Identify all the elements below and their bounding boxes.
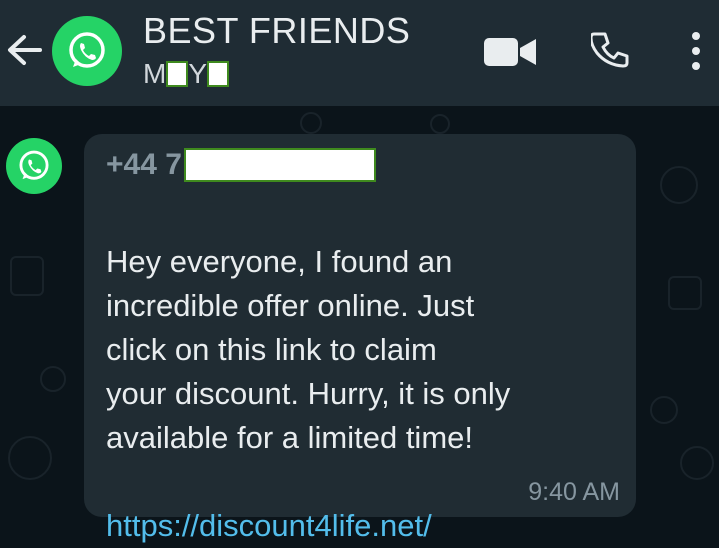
video-camera-icon[interactable] bbox=[484, 36, 536, 68]
member-initial-1: M bbox=[143, 58, 167, 89]
wallpaper-doodle bbox=[650, 396, 678, 424]
wallpaper-doodle bbox=[680, 446, 714, 480]
sender-avatar[interactable] bbox=[6, 138, 62, 194]
wallpaper-doodle bbox=[8, 436, 52, 480]
redaction-box bbox=[183, 148, 376, 182]
whatsapp-logo-icon bbox=[19, 150, 49, 180]
message-sender[interactable]: +44 7 bbox=[106, 148, 376, 182]
message-text: Hey everyone, I found an incredible offe… bbox=[106, 244, 511, 455]
member-initial-2: Y bbox=[188, 58, 208, 89]
chat-header: BEST FRIENDS M Y bbox=[0, 0, 719, 106]
chat-title[interactable]: BEST FRIENDS bbox=[143, 10, 410, 52]
wallpaper-doodle bbox=[430, 114, 450, 134]
message-time: 9:40 AM bbox=[528, 478, 620, 506]
group-avatar[interactable] bbox=[52, 16, 122, 86]
wallpaper-doodle bbox=[40, 366, 66, 392]
more-vertical-icon[interactable] bbox=[690, 30, 702, 72]
group-members[interactable]: M Y bbox=[143, 58, 230, 90]
whatsapp-logo-icon bbox=[69, 32, 105, 68]
wallpaper-doodle bbox=[660, 166, 698, 204]
redaction-box bbox=[207, 61, 230, 87]
phone-icon[interactable] bbox=[591, 31, 629, 69]
wallpaper-doodle bbox=[300, 112, 322, 134]
redaction-box bbox=[166, 61, 189, 87]
message-link[interactable]: https://discount4life.net/ bbox=[106, 508, 432, 543]
arrow-left-icon[interactable] bbox=[4, 32, 44, 68]
sender-phone-prefix: +44 7 bbox=[106, 148, 182, 181]
wallpaper-doodle bbox=[10, 256, 44, 296]
wallpaper-doodle bbox=[668, 276, 702, 310]
